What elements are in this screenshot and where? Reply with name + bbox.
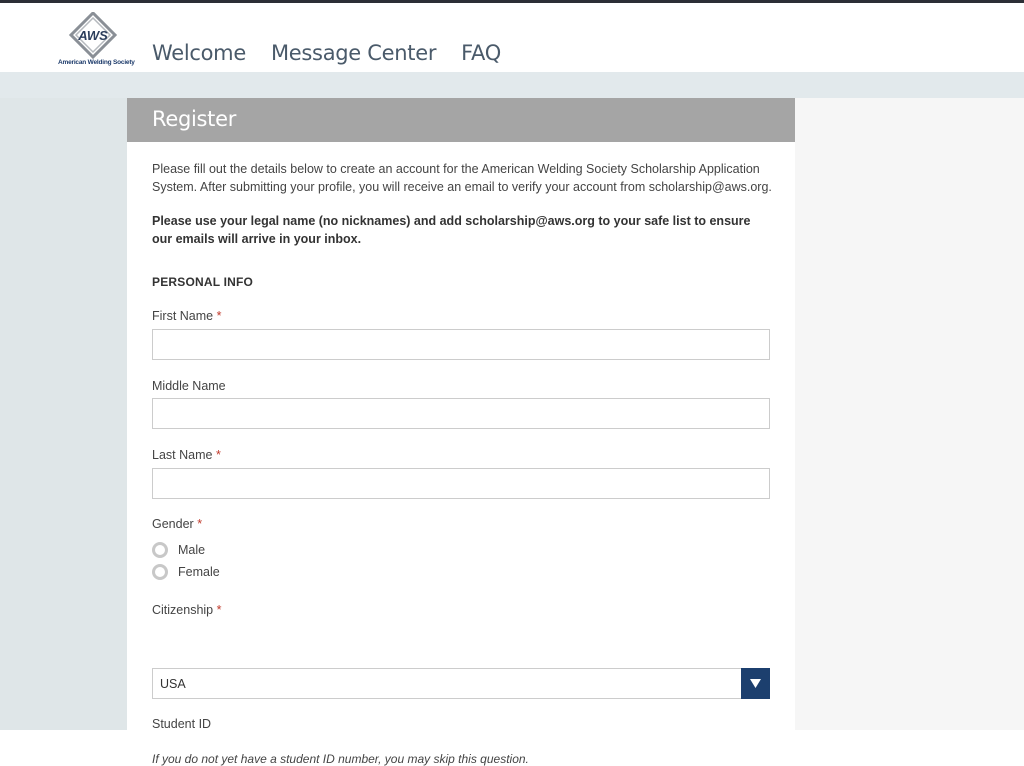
nav-welcome[interactable]: Welcome [152,41,246,65]
register-title: Register [127,98,795,142]
gender-label: Gender * [152,517,202,531]
student-id-label-text: Student ID [152,717,212,731]
aws-logo[interactable]: AWS American Welding Society [58,10,135,68]
gender-option-label: Female [178,565,220,579]
middle-name-label-text: Middle Name [152,379,226,393]
right-panel [795,98,1024,730]
first-name-label-text: First Name [152,309,214,323]
logo-text: AWS [77,28,108,43]
middle-name-label: Middle Name [152,379,226,393]
legal-name-notice: Please use your legal name (no nicknames… [152,214,751,246]
caret-down-icon [750,679,761,688]
aws-diamond-logo-icon: AWS [68,10,118,60]
citizenship-label: Citizenship * [152,603,222,617]
intro-text: Please fill out the details below to cre… [152,162,772,194]
radio-button-male[interactable] [152,542,168,558]
citizenship-selected-value: USA [160,677,186,691]
gender-option-female[interactable]: Female [152,564,220,580]
personal-info-heading: PERSONAL INFO [152,275,254,289]
student-id-hint: If you do not yet have a student ID numb… [152,752,529,766]
last-name-label-text: Last Name [152,448,213,462]
logo-tagline: American Welding Society [58,59,135,66]
required-marker: * [216,309,222,323]
middle-name-input[interactable] [152,398,770,429]
gender-option-male[interactable]: Male [152,542,205,558]
first-name-input[interactable] [152,329,770,360]
student-id-label: Student ID [152,717,211,731]
last-name-input[interactable] [152,468,770,499]
last-name-label: Last Name * [152,448,221,462]
citizenship-label-text: Citizenship [152,603,214,617]
nav-message-center[interactable]: Message Center [271,41,437,65]
first-name-label: First Name * [152,309,221,323]
required-marker: * [215,448,221,462]
main-nav: Welcome Message Center FAQ [152,41,526,65]
dropdown-button[interactable] [741,668,770,699]
required-marker: * [197,517,203,531]
citizenship-select[interactable]: USA [152,668,770,699]
site-header: AWS American Welding Society Welcome Mes… [0,3,1024,72]
gender-option-label: Male [178,543,206,557]
required-marker: * [216,603,222,617]
nav-faq[interactable]: FAQ [461,41,501,65]
radio-button-female[interactable] [152,564,168,580]
left-background [0,98,127,730]
gender-label-text: Gender [152,517,194,531]
register-card: Register Please fill out the details bel… [127,98,795,766]
